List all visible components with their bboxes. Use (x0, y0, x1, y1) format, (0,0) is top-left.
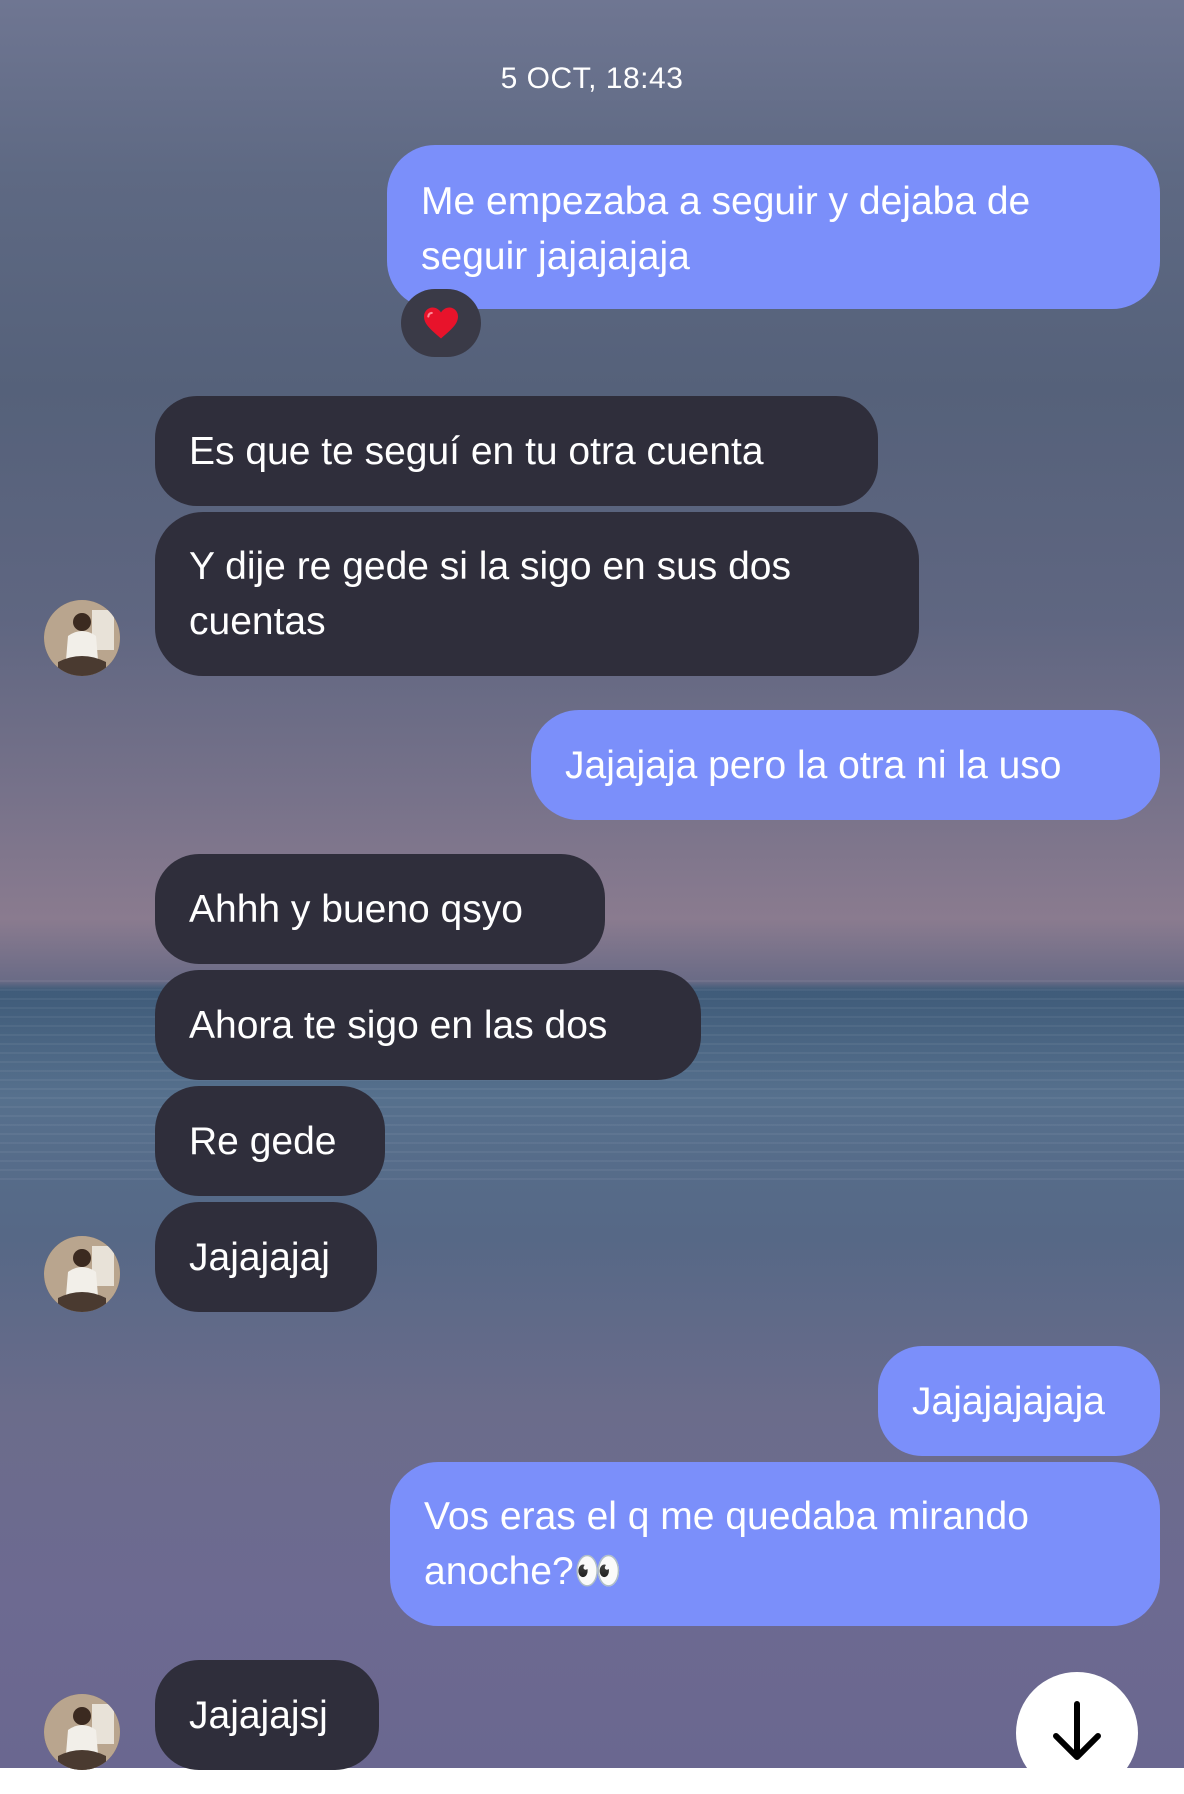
avatar-image (44, 600, 120, 676)
message-text: Jajajaja pero la otra ni la uso (565, 743, 1062, 787)
incoming-message[interactable]: Es que te seguí en tu otra cuenta (155, 396, 878, 506)
message-text: Me empezaba a seguir y dejaba de seguir … (421, 180, 1031, 278)
message-text: Jajajajajaja (912, 1379, 1105, 1423)
outgoing-message[interactable]: Me empezaba a seguir y dejaba de seguir … (387, 145, 1160, 309)
incoming-message[interactable]: Ahora te sigo en las dos (155, 970, 701, 1080)
outgoing-message[interactable]: Vos eras el q me quedaba mirando anoche?… (390, 1462, 1160, 1626)
message-text: Y dije re gede si la sigo en sus dos cue… (189, 545, 791, 643)
incoming-message[interactable]: Jajajajaj (155, 1202, 377, 1312)
contact-avatar[interactable] (44, 1694, 120, 1770)
scroll-to-bottom-button[interactable] (1016, 1672, 1138, 1794)
contact-avatar[interactable] (44, 1236, 120, 1312)
message-text: Es que te seguí en tu otra cuenta (189, 429, 764, 473)
message-text: Re gede (189, 1119, 337, 1163)
message-text: Jajajajaj (189, 1235, 330, 1279)
thread-timestamp: 5 OCT, 18:43 (500, 62, 684, 95)
arrow-down-icon (1053, 1701, 1101, 1760)
contact-avatar[interactable] (44, 600, 120, 676)
incoming-message[interactable]: Jajajajsj (155, 1660, 379, 1770)
avatar-image (44, 1694, 120, 1770)
message-text: Vos eras el q me quedaba mirando anoche?… (424, 1495, 1029, 1593)
incoming-message[interactable]: Y dije re gede si la sigo en sus dos cue… (155, 512, 919, 676)
incoming-message[interactable]: Re gede (155, 1086, 385, 1196)
outgoing-message[interactable]: Jajajajajaja (878, 1346, 1160, 1456)
avatar-image (44, 1236, 120, 1312)
message-text: Jajajajsj (189, 1693, 328, 1737)
incoming-message[interactable]: Ahhh y bueno qsyo (155, 854, 605, 964)
message-text: Ahhh y bueno qsyo (189, 887, 523, 931)
message-text: Ahora te sigo en las dos (189, 1003, 608, 1047)
outgoing-message[interactable]: Jajajaja pero la otra ni la uso (531, 710, 1160, 820)
heart-icon (424, 307, 458, 339)
message-reaction[interactable] (401, 289, 481, 357)
